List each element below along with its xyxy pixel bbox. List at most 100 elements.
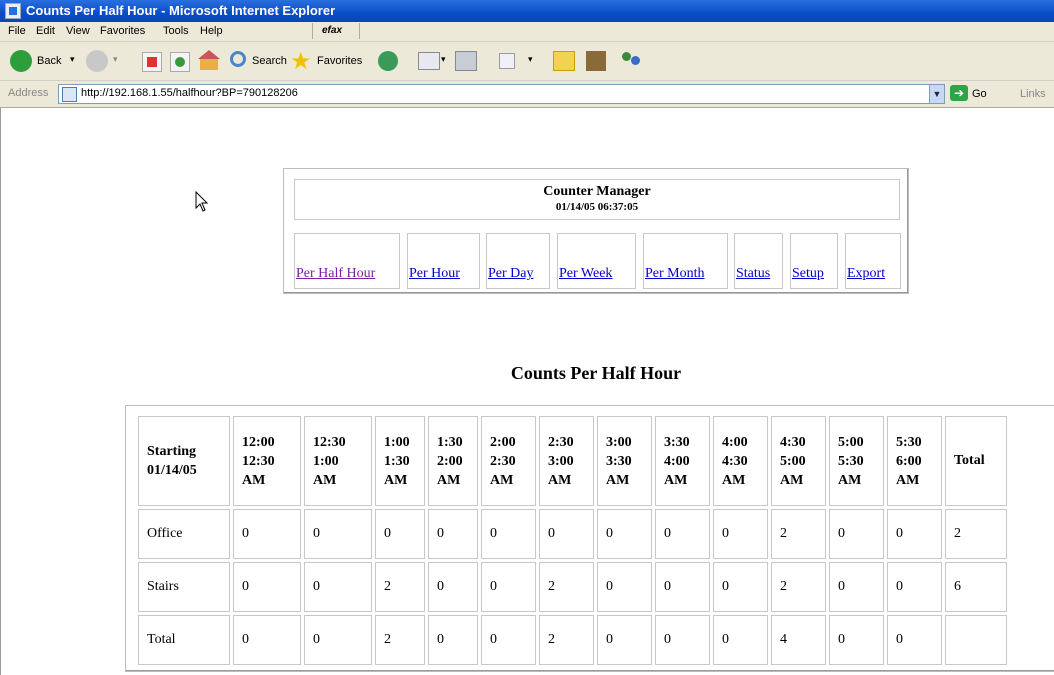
nav-link-per-week[interactable]: Per Week bbox=[559, 266, 612, 282]
print-icon[interactable] bbox=[455, 51, 477, 71]
nav-link-setup[interactable]: Setup bbox=[792, 266, 824, 282]
header-to: 2:30 bbox=[490, 453, 516, 469]
header-interval: 1:00 1:30 AM bbox=[375, 416, 425, 506]
manager-title: Counter Manager bbox=[543, 184, 651, 199]
discuss-icon[interactable] bbox=[553, 51, 575, 71]
search-icon[interactable] bbox=[230, 51, 246, 67]
address-url[interactable]: http://192.168.1.55/halfhour?BP=79012820… bbox=[81, 87, 298, 99]
header-to: 1:00 bbox=[313, 453, 339, 469]
research-icon[interactable] bbox=[586, 51, 606, 71]
header-interval: 3:00 3:30 AM bbox=[597, 416, 652, 506]
table-row-total: Total 0 0 2 0 0 2 0 0 0 4 0 0 bbox=[138, 615, 1007, 665]
menu-tools[interactable]: Tools bbox=[163, 25, 189, 37]
mail-dropdown-icon[interactable]: ▾ bbox=[441, 54, 446, 65]
menu-help[interactable]: Help bbox=[200, 25, 223, 37]
forward-icon[interactable] bbox=[86, 50, 108, 72]
nav-cell-setup: Setup bbox=[790, 233, 838, 289]
nav-link-status[interactable]: Status bbox=[736, 266, 770, 282]
refresh-icon[interactable] bbox=[170, 52, 190, 72]
window-titlebar: Counts Per Half Hour - Microsoft Interne… bbox=[0, 0, 1054, 22]
back-icon[interactable] bbox=[10, 50, 32, 72]
counter-manager-panel: Counter Manager 01/14/05 06:37:05 Per Ha… bbox=[283, 168, 909, 294]
table-row-stairs: Stairs 0 0 2 0 0 2 0 0 0 2 0 0 6 bbox=[138, 562, 1007, 612]
header-ampm: AM bbox=[780, 472, 804, 488]
table-cell: 0 bbox=[481, 562, 536, 612]
header-from: 1:30 bbox=[437, 434, 463, 450]
favorites-label[interactable]: Favorites bbox=[317, 55, 362, 67]
header-interval: 5:30 6:00 AM bbox=[887, 416, 942, 506]
table-cell: 2 bbox=[539, 562, 594, 612]
efax-button[interactable]: efax bbox=[312, 23, 360, 39]
address-dropdown-icon[interactable]: ▼ bbox=[929, 84, 945, 104]
nav-cell-day: Per Day bbox=[486, 233, 550, 289]
messenger-icon[interactable] bbox=[620, 50, 642, 72]
mail-icon[interactable] bbox=[418, 52, 440, 70]
word-edit-icon[interactable] bbox=[499, 53, 515, 69]
table-cell: 0 bbox=[829, 509, 884, 559]
header-ampm: AM bbox=[838, 472, 862, 488]
header-to: 5:30 bbox=[838, 453, 864, 469]
table-cell: 0 bbox=[887, 615, 942, 665]
header-interval: 12:00 12:30 AM bbox=[233, 416, 301, 506]
nav-link-export[interactable]: Export bbox=[847, 266, 885, 282]
nav-link-per-day[interactable]: Per Day bbox=[488, 266, 534, 282]
header-ampm: AM bbox=[242, 472, 266, 488]
table-row-office: Office 0 0 0 0 0 0 0 0 0 2 0 0 2 bbox=[138, 509, 1007, 559]
manager-header: Counter Manager 01/14/05 06:37:05 bbox=[294, 179, 900, 220]
edit-dropdown-icon[interactable]: ▾ bbox=[528, 54, 533, 65]
search-label[interactable]: Search bbox=[252, 55, 287, 67]
table-cell: 0 bbox=[713, 562, 768, 612]
back-label[interactable]: Back bbox=[37, 55, 61, 67]
header-to: 1:30 bbox=[384, 453, 410, 469]
header-from: 12:30 bbox=[313, 434, 346, 450]
row-total: 2 bbox=[945, 509, 1007, 559]
table-cell: 0 bbox=[481, 615, 536, 665]
home-icon[interactable] bbox=[198, 50, 220, 70]
efax-label: efax bbox=[322, 25, 343, 36]
header-total: Total bbox=[945, 416, 1007, 506]
menu-favorites[interactable]: Favorites bbox=[100, 25, 145, 37]
address-input[interactable]: http://192.168.1.55/halfhour?BP=79012820… bbox=[58, 84, 944, 104]
menu-file[interactable]: File bbox=[8, 25, 26, 37]
header-to: 2:00 bbox=[437, 453, 463, 469]
header-interval: 2:30 3:00 AM bbox=[539, 416, 594, 506]
header-interval: 4:00 4:30 AM bbox=[713, 416, 768, 506]
window-title: Counts Per Half Hour - Microsoft Interne… bbox=[26, 3, 336, 18]
header-from: 5:30 bbox=[896, 434, 922, 450]
header-to: 3:00 bbox=[548, 453, 574, 469]
row-label: Office bbox=[138, 509, 230, 559]
links-button[interactable]: Links bbox=[1020, 88, 1046, 100]
menu-view[interactable]: View bbox=[66, 25, 90, 37]
table-cell: 0 bbox=[428, 615, 478, 665]
forward-dropdown-icon[interactable]: ▾ bbox=[113, 54, 118, 65]
mouse-cursor-icon bbox=[195, 191, 209, 212]
go-button[interactable]: Go bbox=[972, 88, 987, 100]
row-label: Stairs bbox=[138, 562, 230, 612]
header-starting-date-value: 01/14/05 bbox=[147, 463, 197, 478]
nav-cell-hour: Per Hour bbox=[407, 233, 480, 289]
header-interval: 5:00 5:30 AM bbox=[829, 416, 884, 506]
history-icon[interactable] bbox=[378, 51, 398, 71]
nav-link-per-month[interactable]: Per Month bbox=[645, 266, 705, 282]
table-cell: 0 bbox=[428, 509, 478, 559]
table-cell: 0 bbox=[481, 509, 536, 559]
table-cell: 0 bbox=[539, 509, 594, 559]
table-cell: 0 bbox=[233, 615, 301, 665]
back-dropdown-icon[interactable]: ▾ bbox=[70, 54, 75, 65]
nav-link-per-half-hour[interactable]: Per Half Hour bbox=[296, 266, 375, 282]
header-from: 4:00 bbox=[722, 434, 748, 450]
table-cell: 0 bbox=[375, 509, 425, 559]
header-to: 5:00 bbox=[780, 453, 806, 469]
header-from: 3:30 bbox=[664, 434, 690, 450]
header-from: 1:00 bbox=[384, 434, 410, 450]
header-ampm: AM bbox=[722, 472, 746, 488]
menu-edit[interactable]: Edit bbox=[36, 25, 55, 37]
stop-icon[interactable] bbox=[142, 52, 162, 72]
favorites-icon[interactable]: ★ bbox=[290, 47, 312, 76]
nav-cell-month: Per Month bbox=[643, 233, 728, 289]
go-arrow-icon[interactable]: ➔ bbox=[950, 85, 968, 101]
header-ampm: AM bbox=[548, 472, 572, 488]
table-cell: 2 bbox=[375, 615, 425, 665]
nav-link-per-hour[interactable]: Per Hour bbox=[409, 266, 460, 282]
table-header-row: Starting 01/14/05 12:00 12:30 AM 12:30 1:00… bbox=[138, 416, 1007, 506]
